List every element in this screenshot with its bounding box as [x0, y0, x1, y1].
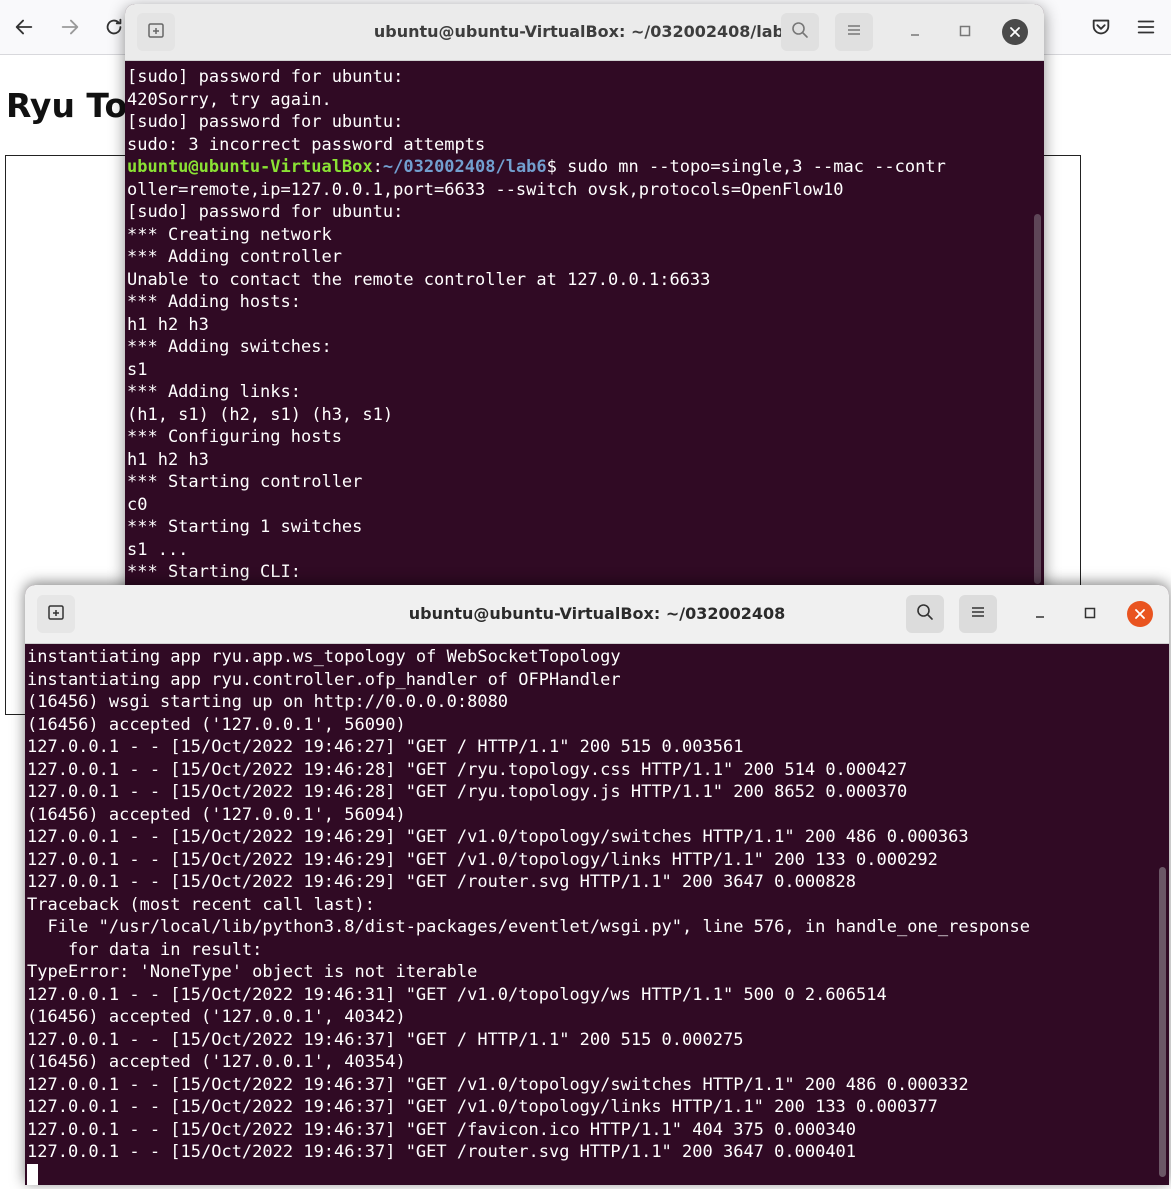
terminal-line: 127.0.0.1 - - [15/Oct/2022 19:46:29] "GE…: [27, 827, 969, 847]
terminal-line: s1: [127, 359, 148, 380]
hamburger-menu-icon: [845, 21, 863, 43]
prompt-user: ubuntu@ubuntu-VirtualBox: [127, 157, 373, 177]
terminal-title: ubuntu@ubuntu-VirtualBox: ~/032002408: [408, 604, 786, 623]
terminal-line: c0: [127, 494, 148, 515]
terminal-line: *** Adding switches:: [127, 337, 332, 357]
search-icon: [791, 21, 809, 43]
terminal-line: *** Adding hosts:: [127, 292, 301, 312]
terminal-line: 420Sorry, try again.: [127, 89, 332, 110]
terminal-line: Traceback (most recent call last):: [27, 894, 375, 915]
maximize-icon: [1083, 605, 1097, 624]
maximize-button[interactable]: [1076, 600, 1104, 628]
hamburger-menu-icon[interactable]: [1132, 13, 1160, 41]
reload-icon[interactable]: [100, 13, 128, 41]
terminal-line: 127.0.0.1 - - [15/Oct/2022 19:46:37] "GE…: [27, 1097, 938, 1117]
terminal-window-main: ubuntu@ubuntu-VirtualBox: ~/032002408 in…: [25, 585, 1169, 1185]
close-button[interactable]: [1127, 601, 1153, 627]
terminal-line: *** Starting controller: [127, 472, 363, 492]
terminal-line: oller=remote,ip=127.0.0.1,port=6633 --sw…: [127, 179, 844, 200]
prompt-path: ~/032002408/lab6: [382, 157, 547, 177]
minimize-icon: [908, 23, 922, 42]
terminal-line: [sudo] password for ubuntu:: [127, 67, 404, 87]
terminal-line: sudo: 3 incorrect password attempts: [127, 134, 486, 155]
search-button[interactable]: [906, 595, 944, 633]
terminal-line: 127.0.0.1 - - [15/Oct/2022 19:46:31] "GE…: [27, 984, 887, 1005]
pocket-icon[interactable]: [1087, 13, 1115, 41]
minimize-icon: [1033, 605, 1047, 624]
terminal-line: [sudo] password for ubuntu:: [127, 202, 404, 222]
terminal-line: File "/usr/local/lib/python3.8/dist-pack…: [27, 917, 1031, 937]
minimize-button[interactable]: [1026, 600, 1054, 628]
page-title: Ryu To: [6, 86, 128, 125]
terminal-window-lab6: ubuntu@ubuntu-VirtualBox: ~/032002408/la…: [125, 4, 1044, 594]
search-icon: [916, 603, 934, 625]
terminal-line: *** Adding links:: [127, 382, 301, 402]
terminal-line: 127.0.0.1 - - [15/Oct/2022 19:46:37] "GE…: [27, 1029, 744, 1050]
back-arrow-icon[interactable]: [10, 13, 38, 41]
terminal-line: [sudo] password for ubuntu:: [127, 112, 404, 132]
close-icon: [1009, 23, 1021, 42]
terminal-cursor: [27, 1163, 38, 1185]
forward-arrow-icon[interactable]: [56, 13, 84, 41]
terminal-line: 127.0.0.1 - - [15/Oct/2022 19:46:37] "GE…: [27, 1142, 857, 1162]
scrollbar[interactable]: [1034, 214, 1041, 584]
terminal-line: (16456) accepted ('127.0.0.1', 56094): [27, 804, 406, 825]
terminal-line: *** Starting 1 switches: [127, 517, 363, 537]
terminal-line: (16456) accepted ('127.0.0.1', 56090): [27, 714, 406, 735]
terminal-line: (16456) wsgi starting up on http://0.0.0…: [27, 692, 509, 712]
terminal-line: 127.0.0.1 - - [15/Oct/2022 19:46:37] "GE…: [27, 1119, 857, 1140]
terminal-line: 127.0.0.1 - - [15/Oct/2022 19:46:29] "GE…: [27, 849, 938, 870]
hamburger-menu-icon: [969, 603, 987, 625]
terminal-line: 127.0.0.1 - - [15/Oct/2022 19:46:27] "GE…: [27, 737, 744, 757]
terminal-line: TypeError: 'NoneType' object is not iter…: [27, 962, 478, 982]
close-button[interactable]: [1002, 19, 1028, 45]
terminal-output[interactable]: [sudo] password for ubuntu: 420Sorry, try…: [127, 66, 1044, 594]
terminal-line: 127.0.0.1 - - [15/Oct/2022 19:46:37] "GE…: [27, 1074, 969, 1095]
menu-button[interactable]: [835, 13, 873, 51]
terminal-line: 127.0.0.1 - - [15/Oct/2022 19:46:28] "GE…: [27, 782, 908, 802]
terminal-titlebar: ubuntu@ubuntu-VirtualBox: ~/032002408: [25, 585, 1169, 644]
terminal-line: 127.0.0.1 - - [15/Oct/2022 19:46:28] "GE…: [27, 759, 908, 780]
cursor-line: [27, 1163, 1169, 1186]
terminal-titlebar: ubuntu@ubuntu-VirtualBox: ~/032002408/la…: [125, 4, 1044, 61]
terminal-line: (16456) accepted ('127.0.0.1', 40342): [27, 1007, 406, 1027]
terminal-line: instantiating app ryu.app.ws_topology of…: [27, 647, 621, 667]
terminal-line: *** Starting CLI:: [127, 562, 301, 582]
menu-button[interactable]: [959, 595, 997, 633]
terminal-line: h1 h2 h3: [127, 449, 209, 470]
maximize-icon: [958, 23, 972, 42]
terminal-line: 127.0.0.1 - - [15/Oct/2022 19:46:29] "GE…: [27, 872, 857, 892]
terminal-line: Unable to contact the remote controller …: [127, 269, 711, 290]
scrollbar[interactable]: [1159, 867, 1166, 1177]
terminal-line: *** Configuring hosts: [127, 427, 342, 447]
terminal-line: (h1, s1) (h2, s1) (h3, s1): [127, 404, 394, 425]
terminal-line: for data in result:: [27, 939, 263, 960]
prompt-command: $ sudo mn --topo=single,3 --mac --contr: [546, 157, 946, 177]
terminal-line: (16456) accepted ('127.0.0.1', 40354): [27, 1052, 406, 1072]
terminal-line: *** Adding controller: [127, 247, 342, 267]
close-icon: [1134, 605, 1146, 624]
terminal-line: instantiating app ryu.controller.ofp_han…: [27, 669, 621, 690]
minimize-button[interactable]: [901, 18, 929, 46]
maximize-button[interactable]: [951, 18, 979, 46]
terminal-output[interactable]: instantiating app ryu.app.ws_topology of…: [27, 646, 1169, 1185]
terminal-line: s1 ...: [127, 539, 189, 560]
search-button[interactable]: [781, 13, 819, 51]
terminal-line: ubuntu@ubuntu-VirtualBox:~/032002408/lab…: [127, 156, 1044, 179]
terminal-line: *** Creating network: [127, 224, 332, 245]
prompt-separator: :: [372, 157, 383, 177]
terminal-line: h1 h2 h3: [127, 314, 209, 335]
